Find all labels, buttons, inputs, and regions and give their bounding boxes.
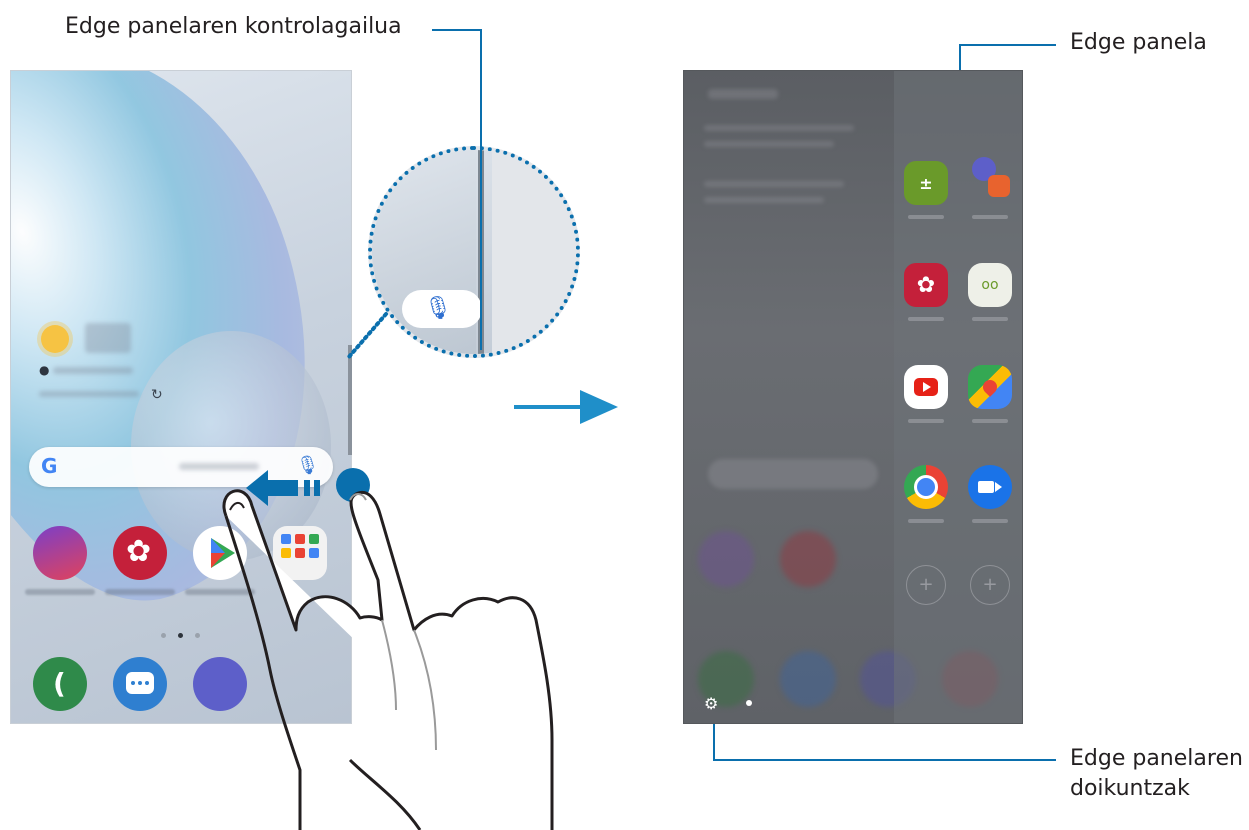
right-phone-screen: ± ✿ oo + + ⚙ [683,70,1023,724]
blurred-text [704,141,834,147]
calculator-app-icon[interactable]: ± [904,161,948,205]
edge-panel[interactable]: ± ✿ oo + + [894,71,1022,723]
blurred-app-icon [780,531,836,587]
edge-app-label [972,519,1008,523]
maps-app-icon[interactable] [968,365,1012,409]
blurred-title [708,89,778,99]
edge-app-label [972,317,1008,321]
blurred-text [704,181,844,187]
blurred-app-icon [698,531,754,587]
duo-video-app-icon[interactable] [968,465,1012,509]
panel-page-dot [746,700,752,706]
edge-app-label [972,215,1008,219]
edge-app-label [908,419,944,423]
blurred-search [708,459,878,489]
blurred-app-icon [780,651,836,707]
samsung-notes-app-icon[interactable]: oo [968,263,1012,307]
add-app-slot[interactable]: + [970,565,1010,605]
blurred-text [704,125,854,131]
edge-app-label [908,519,944,523]
chrome-app-icon[interactable] [904,465,948,509]
app-pair-icon[interactable] [968,153,1012,197]
add-app-slot[interactable]: + [906,565,946,605]
edge-app-label [972,419,1008,423]
hand-illustration [222,489,554,830]
blurred-text [704,197,824,203]
edge-app-label [908,215,944,219]
settings-gear-icon[interactable]: ⚙ [704,694,718,713]
youtube-app-icon[interactable] [904,365,948,409]
transition-arrow-icon [514,390,618,424]
callout-lines [432,29,1056,761]
gallery-app-icon[interactable]: ✿ [904,263,948,307]
edge-app-label [908,317,944,321]
